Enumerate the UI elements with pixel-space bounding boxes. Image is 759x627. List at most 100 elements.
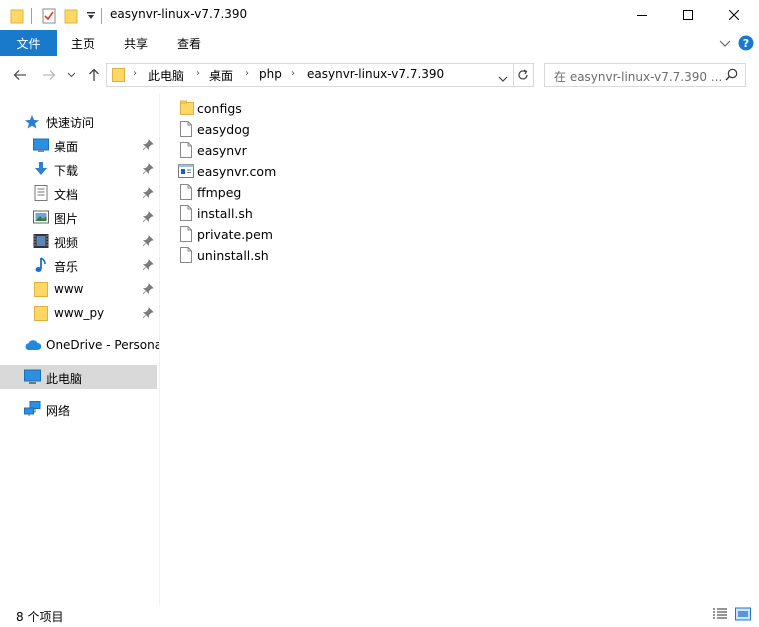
sidebar-item-label: 下载: [54, 164, 79, 178]
sidebar-item-label: 网络: [46, 404, 71, 418]
up-arrow-icon: [89, 68, 99, 81]
sidebar-item-label: www: [54, 282, 84, 296]
computer-icon: [24, 369, 41, 385]
recent-locations-button[interactable]: [64, 67, 78, 83]
maximize-button[interactable]: [665, 0, 711, 30]
file-icon: [180, 226, 196, 242]
maximize-icon: [683, 10, 693, 20]
pin-icon[interactable]: [142, 211, 154, 223]
search-input[interactable]: 在 easynvr-linux-v7.7.390 ...: [544, 63, 746, 87]
pin-icon[interactable]: [142, 235, 154, 247]
sidebar-item-downloads[interactable]: 下载: [0, 157, 157, 181]
list-item[interactable]: easynvr.com: [178, 161, 378, 182]
sidebar-item-music[interactable]: 音乐: [0, 253, 157, 277]
pin-icon[interactable]: [142, 283, 154, 295]
search-icon[interactable]: [725, 68, 738, 84]
app-file-icon: [178, 164, 194, 180]
minimize-button[interactable]: [619, 0, 665, 30]
pin-icon[interactable]: [142, 139, 154, 151]
tab-view[interactable]: 查看: [164, 30, 214, 56]
file-name: private.pem: [197, 227, 273, 242]
download-icon: [33, 161, 49, 177]
sidebar-item-videos[interactable]: 视频: [0, 229, 157, 253]
details-view-icon[interactable]: [712, 607, 730, 623]
properties-icon[interactable]: [42, 8, 56, 27]
status-bar: 8 个项目: [0, 605, 759, 627]
sidebar-item-quick-access[interactable]: 快速访问: [0, 109, 157, 133]
file-explorer-window: easynvr-linux-v7.7.390 文件 主页 共享 查看 ? › 此…: [0, 0, 759, 627]
sidebar-item-www[interactable]: www: [0, 277, 157, 301]
chevron-down-icon: [67, 72, 75, 78]
title-separator: [31, 8, 32, 24]
address-row: › 此电脑 › 桌面 › php › easynvr-linux-v7.7.39…: [0, 56, 759, 94]
file-icon: [180, 205, 196, 221]
customize-toolbar-icon[interactable]: [86, 10, 96, 24]
breadcrumb-php[interactable]: php: [259, 67, 282, 81]
forward-button[interactable]: [40, 67, 58, 83]
address-dropdown-icon[interactable]: [498, 71, 508, 85]
list-item[interactable]: uninstall.sh: [178, 245, 378, 266]
sidebar-item-label: 文档: [54, 188, 79, 202]
list-item[interactable]: private.pem: [178, 224, 378, 245]
network-icon: [24, 401, 41, 417]
folder-icon: [180, 100, 196, 116]
sidebar-item-desktop[interactable]: 桌面: [0, 133, 157, 157]
breadcrumb-separator-icon[interactable]: ›: [291, 68, 295, 79]
sidebar-item-www-py[interactable]: www_py: [0, 301, 157, 325]
tab-home[interactable]: 主页: [58, 30, 108, 56]
file-icon: [180, 247, 196, 263]
title-bar: easynvr-linux-v7.7.390: [0, 0, 759, 30]
sidebar-item-this-pc[interactable]: 此电脑: [0, 365, 157, 389]
file-name: easynvr: [197, 143, 247, 158]
sidebar-item-label: 快速访问: [46, 116, 95, 130]
pin-icon[interactable]: [142, 163, 154, 175]
file-name: uninstall.sh: [197, 248, 269, 263]
file-name: easydog: [197, 122, 250, 137]
breadcrumb-separator-icon[interactable]: ›: [133, 68, 137, 79]
list-item[interactable]: configs: [178, 98, 378, 119]
file-list: configs easydog easynvr easynvr.com ffmp…: [160, 94, 759, 605]
file-name: configs: [197, 101, 242, 116]
file-name: easynvr.com: [197, 164, 277, 179]
help-icon[interactable]: ?: [738, 35, 754, 54]
sidebar-item-network[interactable]: 网络: [0, 397, 157, 421]
refresh-button[interactable]: [512, 63, 534, 87]
search-placeholder: 在 easynvr-linux-v7.7.390 ...: [554, 70, 723, 84]
sidebar-item-onedrive[interactable]: OneDrive - Persona: [0, 333, 159, 357]
sidebar-item-label: 音乐: [54, 260, 79, 274]
pin-icon[interactable]: [142, 187, 154, 199]
file-icon: [180, 184, 196, 200]
breadcrumb-this-pc[interactable]: 此电脑: [148, 67, 184, 84]
sidebar-item-label: www_py: [54, 306, 105, 320]
list-item[interactable]: easydog: [178, 119, 378, 140]
file-name: ffmpeg: [197, 185, 242, 200]
tab-file[interactable]: 文件: [0, 30, 57, 56]
list-item[interactable]: install.sh: [178, 203, 378, 224]
sidebar-item-documents[interactable]: 文档: [0, 181, 157, 205]
pin-icon[interactable]: [142, 259, 154, 271]
breadcrumb-separator-icon[interactable]: ›: [245, 68, 249, 79]
close-button[interactable]: [711, 0, 757, 30]
refresh-icon: [517, 69, 528, 80]
music-icon: [34, 257, 50, 273]
file-icon: [180, 121, 196, 137]
close-icon: [729, 10, 739, 20]
sidebar-item-pictures[interactable]: 图片: [0, 205, 157, 229]
folder-icon: [34, 281, 50, 297]
address-bar[interactable]: › 此电脑 › 桌面 › php › easynvr-linux-v7.7.39…: [106, 63, 514, 87]
list-item[interactable]: easynvr: [178, 140, 378, 161]
new-folder-icon[interactable]: [64, 8, 78, 27]
back-arrow-icon: [13, 70, 26, 80]
breadcrumb-separator-icon[interactable]: ›: [196, 68, 200, 79]
pin-icon[interactable]: [142, 307, 154, 319]
tab-share[interactable]: 共享: [111, 30, 161, 56]
up-button[interactable]: [85, 67, 103, 83]
breadcrumb-current-folder[interactable]: easynvr-linux-v7.7.390: [307, 67, 444, 81]
back-button[interactable]: [11, 67, 29, 83]
folder-icon: [10, 8, 24, 27]
breadcrumb-desktop[interactable]: 桌面: [209, 67, 233, 84]
large-icons-view-icon[interactable]: [735, 607, 753, 623]
expand-ribbon-icon[interactable]: [719, 38, 731, 52]
folder-icon: [34, 305, 50, 321]
list-item[interactable]: ffmpeg: [178, 182, 378, 203]
